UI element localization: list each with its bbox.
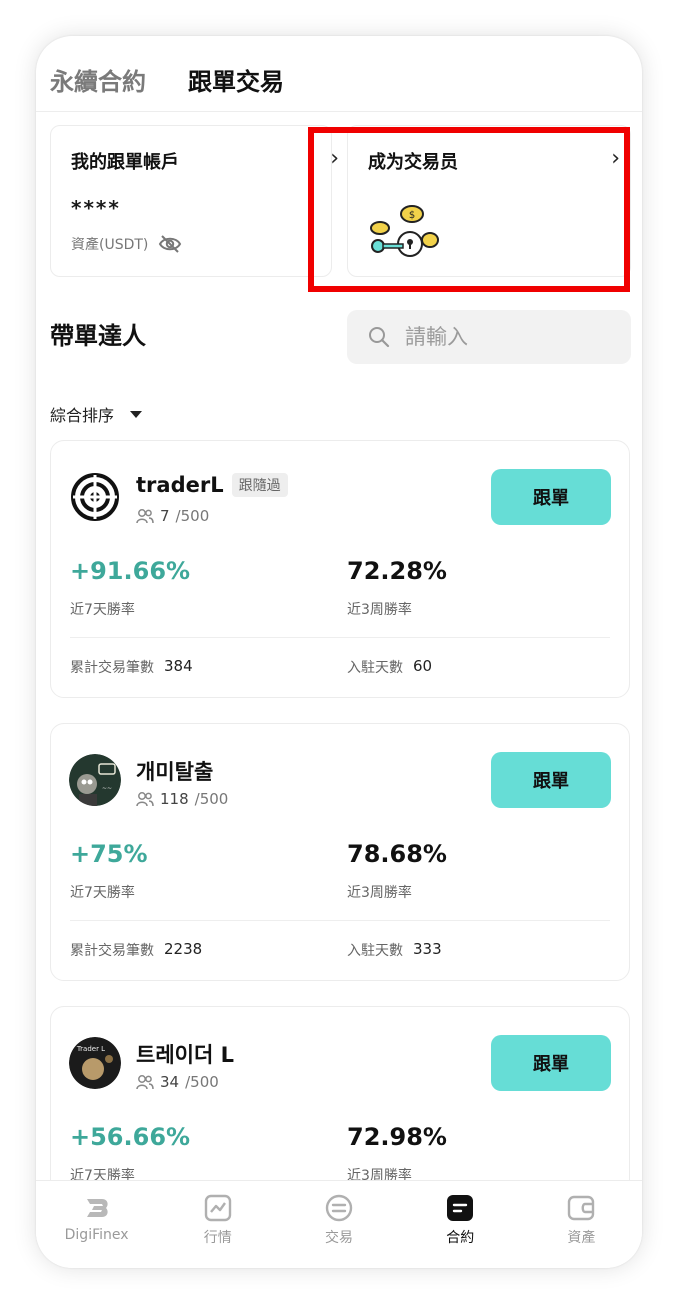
chevron-right-icon: › [330,146,339,171]
trader-name-row: 트레이더 L [136,1039,234,1069]
total-trades-label: 累計交易筆數 [70,943,154,959]
follower-number: 34 [160,1073,180,1091]
svg-text:~~: ~~ [102,785,112,792]
chevron-right-icon: › [611,146,620,171]
become-trader-title: 成为交易员 [368,152,458,173]
follower-capacity: /500 [194,790,229,808]
search-input[interactable] [405,325,585,349]
tab-copy-trading[interactable]: 跟單交易 [188,62,284,97]
days-label: 入駐天數 [347,660,403,676]
trader-card[interactable]: traderL 跟隨過 7 /500 跟單 +91.66% 72.28% 近7天… [50,440,630,698]
card-divider [70,920,610,921]
win-rate-value: 72.28% [347,557,447,585]
trader-name: 개미탈출 [136,760,214,784]
svg-text:$: $ [409,210,415,221]
nav-label: 行情 [203,1230,232,1246]
follower-capacity: /500 [185,1073,219,1091]
roi-value: +56.66% [70,1123,191,1151]
my-copy-account-card[interactable]: 我的跟單帳戶 › **** 資產(USDT) [50,125,339,277]
nav-market[interactable]: 行情 [157,1181,278,1268]
caret-down-icon [130,410,143,418]
contract-icon [447,1195,474,1221]
my-account-title: 我的跟單帳戶 [71,152,179,173]
people-icon [136,509,154,524]
people-icon [136,792,154,807]
copy-trade-button[interactable]: 跟單 [491,469,611,525]
tab-perpetual-contract[interactable]: 永續合約 [50,62,146,97]
total-trades-value: 384 [164,657,193,675]
trader-card[interactable]: ~~ 개미탈출 118 /500 跟單 +75% 78.68% 近7天勝率 近3… [50,723,630,981]
people-icon [136,1075,154,1090]
days-value: 333 [413,940,442,958]
top-divider [36,111,642,112]
win-rate-label: 近3周勝率 [347,602,412,618]
win-rate-value: 72.98% [347,1123,447,1151]
nav-trade[interactable]: 交易 [278,1181,399,1268]
nav-digifinex[interactable]: DigiFinex [36,1181,157,1268]
trader-avatar [70,472,120,522]
days-stat: 入駐天數 60 [347,657,432,677]
total-trades-value: 2238 [164,940,203,958]
followers-count: 7 /500 [136,507,209,525]
follower-number: 7 [160,507,170,525]
days-stat: 入駐天數 333 [347,940,442,960]
trader-avatar: Trader L [69,1037,121,1089]
sort-label: 綜合排序 [50,406,115,425]
followed-badge: 跟隨過 [231,473,288,497]
wallet-icon [568,1195,595,1221]
nav-label: 資產 [567,1230,596,1246]
roi-label: 近7天勝率 [70,602,135,618]
roi-value: +91.66% [70,557,191,585]
card-divider [70,637,610,638]
phone-frame: 永續合約 跟單交易 我的跟單帳戶 › **** 資產(USDT) 成为交易员 ›… [36,36,642,1268]
followers-count: 118 /500 [136,790,228,808]
copy-trade-button[interactable]: 跟單 [491,752,611,808]
trader-name: traderL [136,473,224,497]
trader-name: 트레이더 L [136,1043,234,1067]
trader-avatar: ~~ [69,754,121,806]
search-box[interactable] [347,310,631,364]
win-rate-value: 78.68% [347,840,447,868]
follower-capacity: /500 [175,507,210,525]
market-chart-icon [204,1194,231,1222]
roi-label: 近7天勝率 [70,885,135,901]
total-trades-stat: 累計交易筆數 384 [70,657,193,677]
nav-label: 合約 [446,1230,475,1246]
become-trader-card[interactable]: 成为交易员 › $ [347,125,631,277]
nav-contract[interactable]: 合約 [400,1181,521,1268]
coins-key-icon: $ [370,205,439,257]
search-icon [369,327,390,348]
days-value: 60 [413,657,433,675]
masked-balance: **** [71,196,121,220]
eye-off-icon[interactable] [158,234,182,254]
roi-value: +75% [70,840,148,868]
trader-name-row: 개미탈출 [136,756,213,786]
total-trades-stat: 累計交易筆數 2238 [70,940,202,960]
total-trades-label: 累計交易筆數 [70,660,154,676]
asset-label: 資產(USDT) [71,234,182,254]
copy-trade-button[interactable]: 跟單 [491,1035,611,1091]
followers-count: 34 /500 [136,1073,219,1091]
exchange-icon [325,1194,353,1222]
trader-name-row: traderL 跟隨過 [136,473,288,497]
nav-label: 交易 [325,1230,353,1246]
bottom-nav: DigiFinex 行情 交易 合約 資產 [36,1180,642,1268]
section-title: 帶單達人 [50,322,146,350]
win-rate-label: 近3周勝率 [347,885,412,901]
sort-dropdown[interactable]: 綜合排序 [50,402,143,426]
svg-text:Trader L: Trader L [76,1045,105,1053]
days-label: 入駐天數 [347,943,403,959]
nav-assets[interactable]: 資產 [521,1181,642,1268]
follower-number: 118 [160,790,189,808]
top-tabs: 永續合約 跟單交易 [50,62,284,97]
digifinex-logo-icon [86,1199,108,1217]
nav-label: DigiFinex [64,1227,129,1243]
asset-unit-label: 資產(USDT) [71,237,149,253]
